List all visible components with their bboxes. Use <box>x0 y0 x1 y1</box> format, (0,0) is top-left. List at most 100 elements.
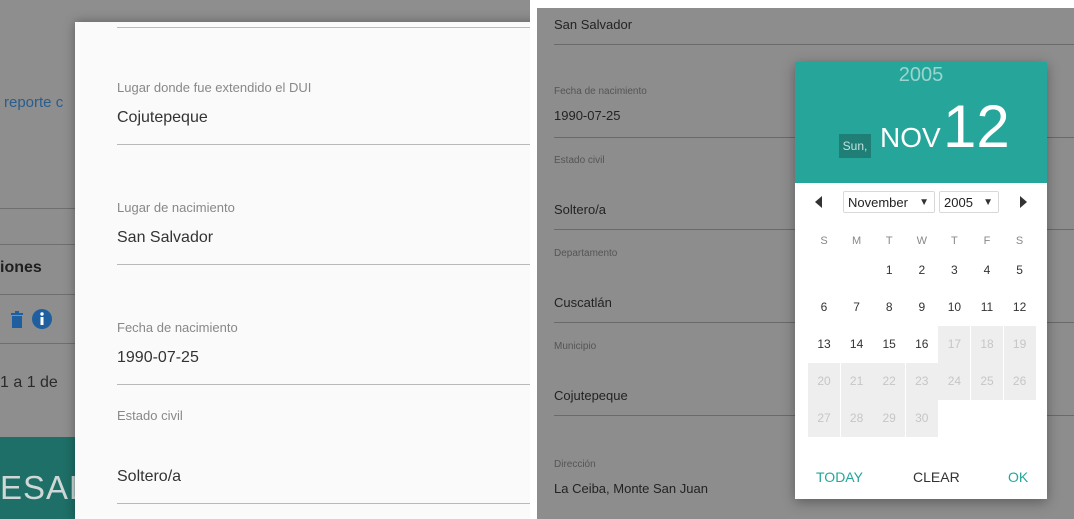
field-label: Fecha de nacimiento <box>554 86 647 97</box>
left-screenshot-panel: reporte c iones 1 a 1 de ESALU Lugar don… <box>0 0 530 519</box>
calendar-empty-cell <box>938 400 970 437</box>
weekday-header: F <box>983 235 991 247</box>
calendar-day: 25 <box>971 363 1003 400</box>
field-label: Dirección <box>554 459 596 470</box>
background-divider <box>0 208 80 209</box>
datepicker: 2005 Sun, NOV 12 November ▼ 2005 ▼ S M T W T… <box>795 62 1047 499</box>
calendar-empty-cell <box>841 252 873 289</box>
birthdate-input[interactable]: 1990-07-25 <box>554 108 621 123</box>
field-underline <box>117 144 530 145</box>
field-underline <box>554 44 1074 45</box>
background-divider <box>0 343 80 344</box>
calendar-day[interactable]: 1 <box>873 252 905 289</box>
calendar-day: 21 <box>840 363 873 400</box>
address-input[interactable]: La Ceiba, Monte San Juan <box>554 481 708 496</box>
calendar-day: 18 <box>971 326 1003 363</box>
field-value: Soltero/a <box>117 468 182 485</box>
field-underline <box>117 503 530 504</box>
weekday-header: S <box>1015 235 1024 247</box>
delete-icon[interactable] <box>10 310 24 328</box>
municipality-select[interactable]: Cojutepeque <box>554 388 628 403</box>
calendar-day[interactable]: 3 <box>938 252 970 289</box>
field-label: Lugar donde fue extendido el DUI <box>117 80 312 95</box>
year-select[interactable]: 2005 ▼ <box>939 191 999 213</box>
calendar-empty-cell <box>1004 400 1036 437</box>
field-label: Estado civil <box>117 408 183 423</box>
calendar-day: 17 <box>938 326 971 363</box>
calendar-day[interactable]: 13 <box>808 326 840 363</box>
month-navigation: November ▼ 2005 ▼ <box>795 189 1047 215</box>
calendar-empty-cell <box>808 252 840 289</box>
weekday-header: S <box>820 235 828 247</box>
department-select[interactable]: Cuscatlán <box>554 295 612 310</box>
background-divider <box>0 294 80 295</box>
calendar-day: 20 <box>808 363 840 400</box>
calendar-day[interactable]: 16 <box>906 326 938 363</box>
civil-status-select[interactable]: Soltero/a <box>554 202 606 217</box>
weekday-header: M <box>852 235 862 247</box>
next-month-icon[interactable] <box>1020 196 1027 208</box>
previous-month-icon[interactable] <box>815 196 822 208</box>
calendar-day[interactable]: 6 <box>808 289 840 326</box>
calendar-day[interactable]: 7 <box>841 289 873 326</box>
field-label: Municipio <box>554 341 597 352</box>
field-label: Estado civil <box>554 155 605 166</box>
ok-button[interactable]: OK <box>1008 469 1028 485</box>
weekday-header: T <box>885 235 893 247</box>
calendar-day[interactable]: 9 <box>906 289 938 326</box>
month-select[interactable]: November ▼ <box>843 191 935 213</box>
field-value: San Salvador <box>117 229 214 246</box>
header-month: NOV <box>880 122 941 153</box>
calendar-day[interactable]: 11 <box>971 289 1003 326</box>
weekday-header: W <box>916 235 927 247</box>
datepicker-header: 2005 Sun, NOV 12 <box>795 62 1047 183</box>
month-select-value: November <box>848 195 908 210</box>
field-value: 1990-07-25 <box>117 349 199 366</box>
actions-column-header: iones <box>0 259 42 276</box>
calendar-day: 28 <box>840 400 873 437</box>
today-button[interactable]: TODAY <box>816 469 863 485</box>
info-icon[interactable] <box>32 309 52 329</box>
calendar-day[interactable]: 12 <box>1004 289 1036 326</box>
year-select-value: 2005 <box>944 195 973 210</box>
clear-button[interactable]: CLEAR <box>913 469 960 485</box>
calendar-day[interactable]: 5 <box>1004 252 1036 289</box>
report-link[interactable]: reporte c <box>4 94 63 111</box>
weekday-header: T <box>951 235 958 247</box>
row-actions <box>10 309 52 329</box>
header-day: 12 <box>943 93 1010 160</box>
datepicker-footer: TODAY CLEAR OK <box>795 460 1047 496</box>
calendar-day: 24 <box>938 363 971 400</box>
calendar-day: 19 <box>1003 326 1036 363</box>
field-label: Departamento <box>554 248 618 259</box>
calendar-day: 27 <box>808 400 840 437</box>
calendar-empty-cell <box>971 400 1003 437</box>
field-underline <box>117 27 530 28</box>
chevron-down-icon: ▼ <box>983 197 993 208</box>
calendar-day: 26 <box>1003 363 1036 400</box>
pagination-count: 1 a 1 de <box>0 374 58 391</box>
calendar-day[interactable]: 8 <box>873 289 905 326</box>
calendar-day[interactable]: 15 <box>873 326 905 363</box>
calendar-day[interactable]: 10 <box>938 289 970 326</box>
right-screenshot-panel: San Salvador Fecha de nacimiento 1990-07… <box>537 0 1074 519</box>
field-label: Lugar de nacimiento <box>117 200 235 215</box>
calendar-day[interactable]: 2 <box>906 252 938 289</box>
header-year[interactable]: 2005 <box>795 64 1047 87</box>
calendar-day: 22 <box>873 363 906 400</box>
top-strip <box>537 0 1074 8</box>
calendar-day: 30 <box>905 400 938 437</box>
field-value: San Salvador <box>554 17 633 32</box>
calendar-day: 23 <box>905 363 938 400</box>
field-underline <box>117 264 530 265</box>
calendar-day[interactable]: 4 <box>971 252 1003 289</box>
calendar-day[interactable]: 14 <box>841 326 873 363</box>
field-value: Cojutepeque <box>117 109 208 126</box>
background-divider <box>0 244 80 245</box>
header-weekday: Sun, <box>839 134 871 158</box>
calendar-day: 29 <box>873 400 906 437</box>
panel-divider <box>530 0 537 519</box>
field-underline <box>117 384 530 385</box>
details-modal: Lugar donde fue extendido el DUI Cojutep… <box>75 22 530 519</box>
field-label: Fecha de nacimiento <box>117 320 238 335</box>
